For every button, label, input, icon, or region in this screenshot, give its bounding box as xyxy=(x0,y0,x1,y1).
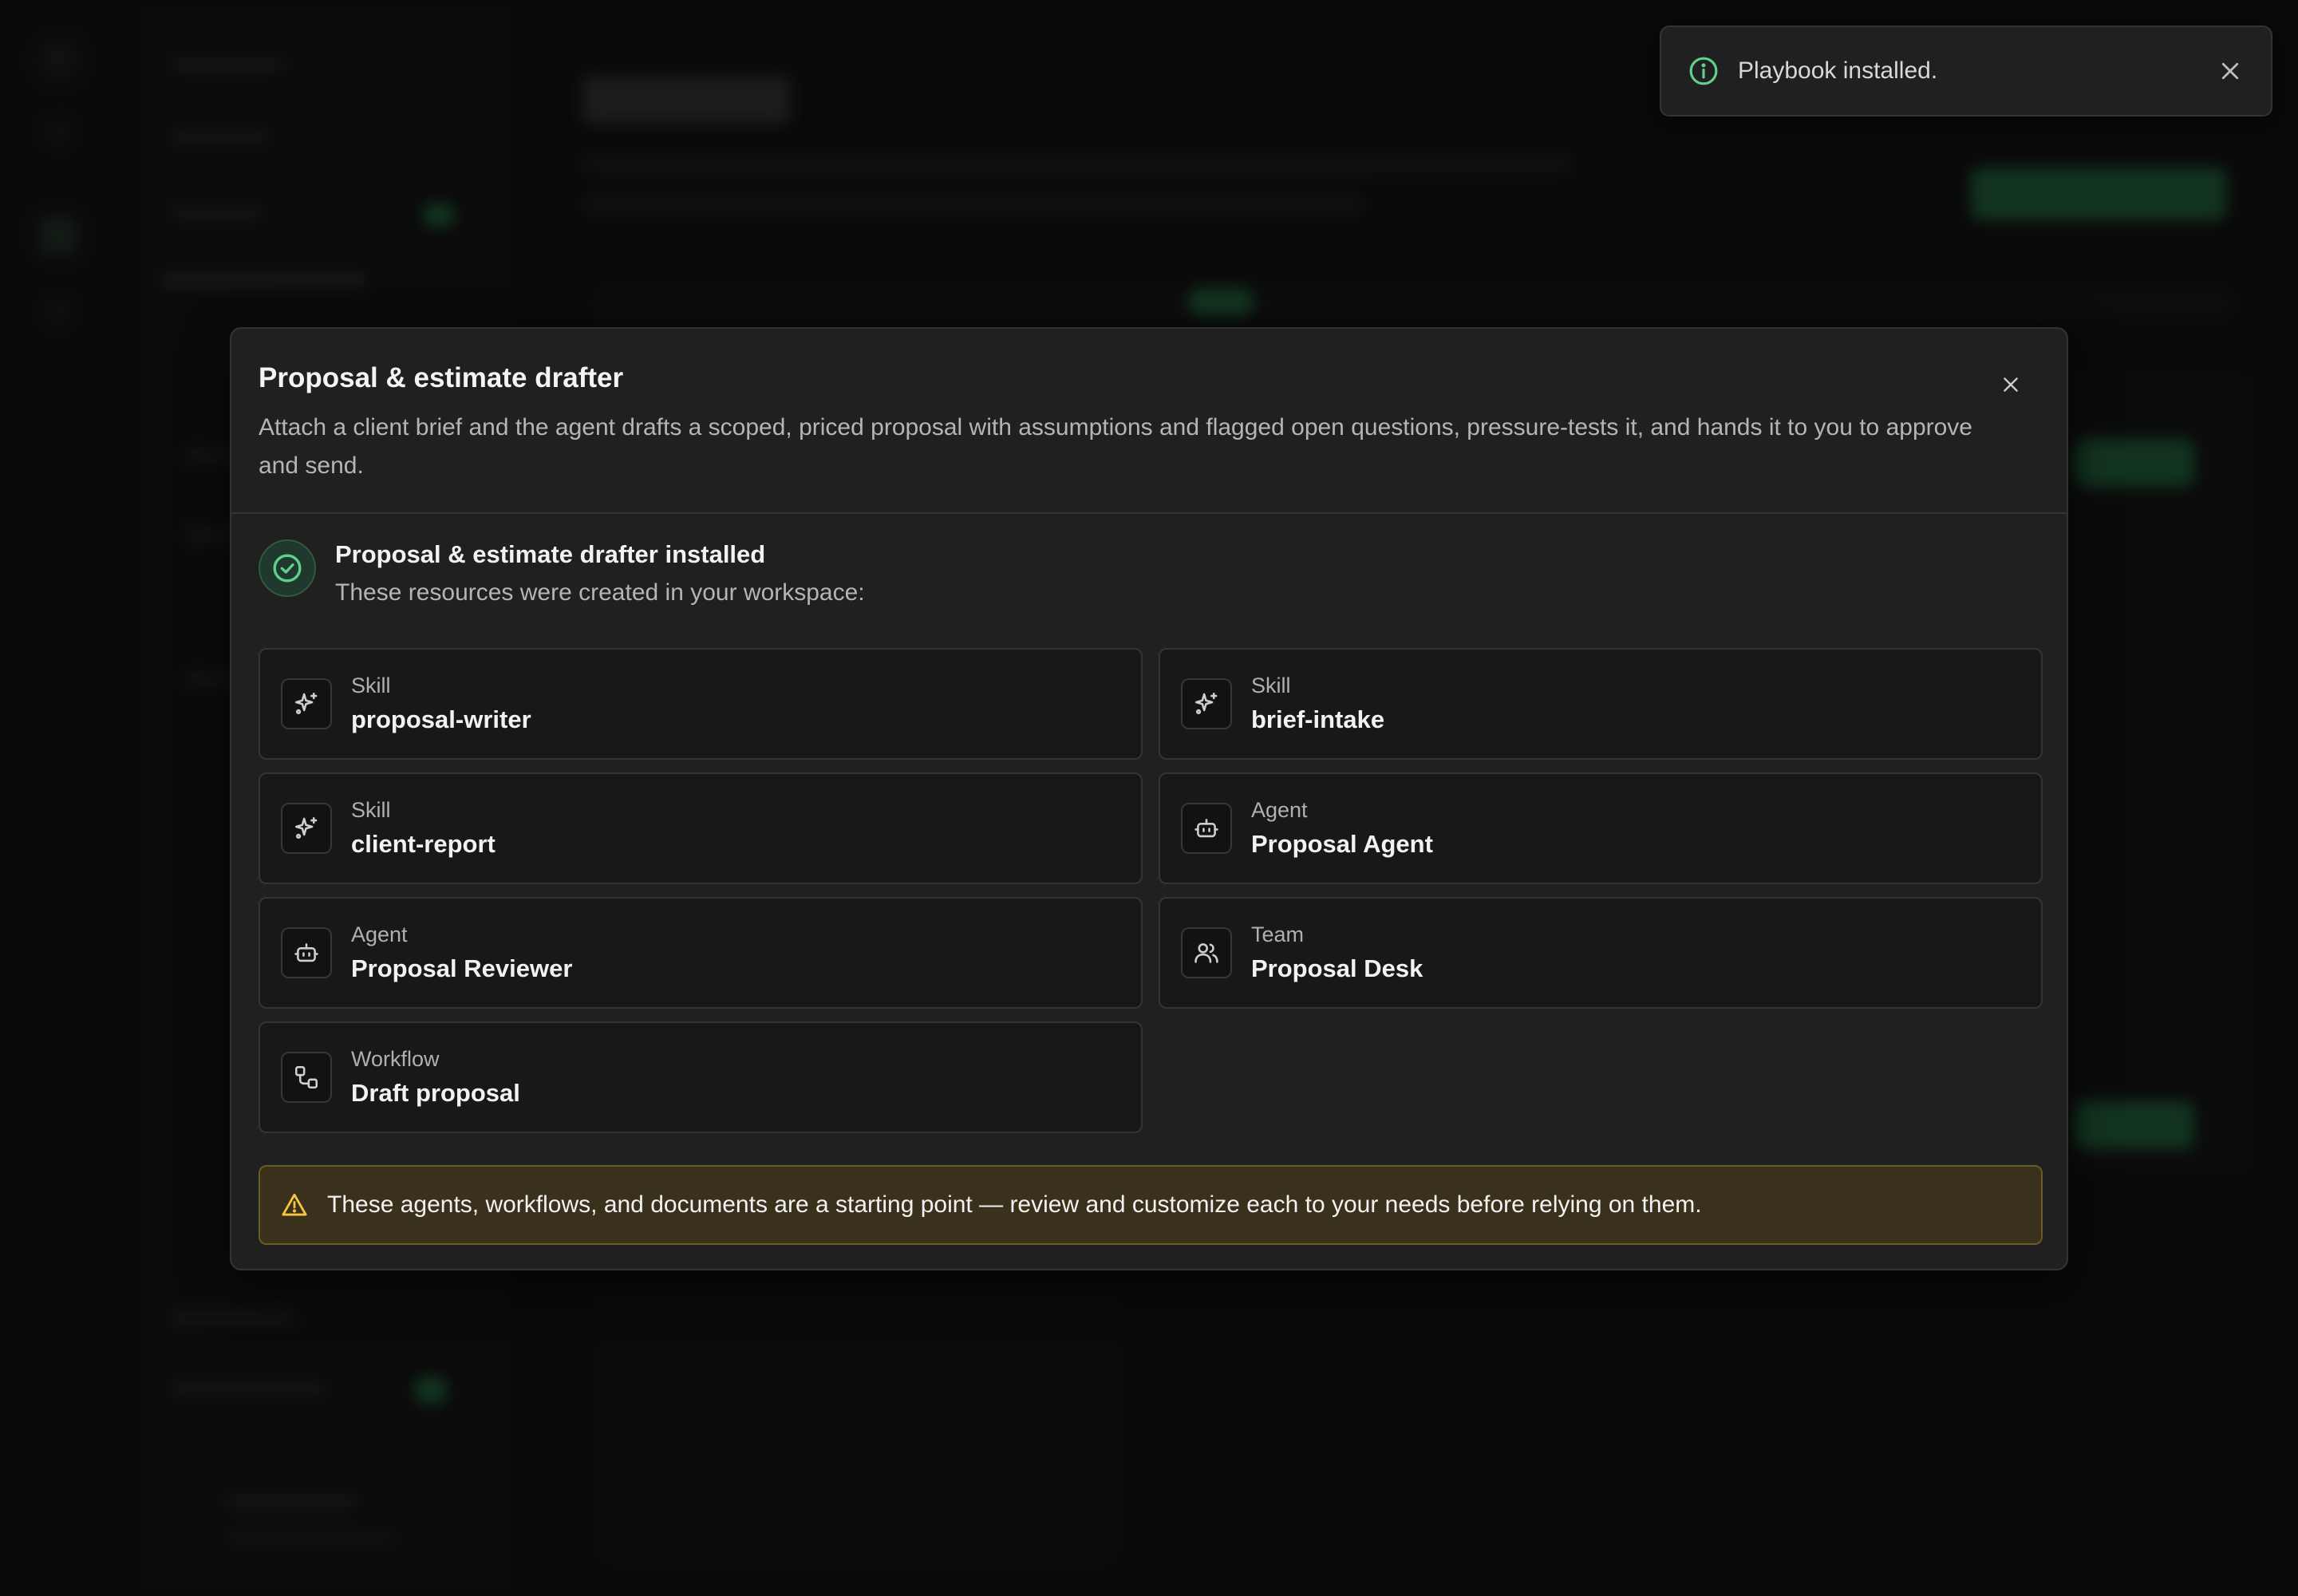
bot-icon xyxy=(281,927,332,978)
close-icon xyxy=(2221,62,2239,80)
resource-name: client-report xyxy=(351,830,496,858)
resource-card-proposal-desk[interactable]: Team Proposal Desk xyxy=(1159,897,2043,1009)
resource-card-draft-proposal[interactable]: Workflow Draft proposal xyxy=(259,1021,1143,1133)
sparkles-icon xyxy=(281,803,332,854)
resource-card-brief-intake[interactable]: Skill brief-intake xyxy=(1159,648,2043,760)
resource-type: Agent xyxy=(1251,798,1308,822)
check-circle-icon xyxy=(259,539,316,597)
resource-name: Draft proposal xyxy=(351,1079,520,1107)
resource-card-proposal-writer[interactable]: Skill proposal-writer xyxy=(259,648,1143,760)
users-icon xyxy=(1181,927,1232,978)
resource-name: Proposal Agent xyxy=(1251,830,1433,858)
dialog-title: Proposal & estimate drafter xyxy=(259,362,624,393)
bot-icon xyxy=(1181,803,1232,854)
workflow-icon xyxy=(281,1052,332,1103)
warning-triangle-icon xyxy=(281,1191,308,1219)
installed-subtitle: These resources were created in your wor… xyxy=(335,579,865,606)
resource-name: Proposal Desk xyxy=(1251,954,1423,982)
installed-title: Proposal & estimate drafter installed xyxy=(335,540,766,568)
info-icon xyxy=(1688,56,1719,86)
sparkles-icon xyxy=(1181,678,1232,729)
resource-card-proposal-reviewer[interactable]: Agent Proposal Reviewer xyxy=(259,897,1143,1009)
resource-card-proposal-agent[interactable]: Agent Proposal Agent xyxy=(1159,772,2043,884)
toast-notification: Playbook installed. xyxy=(1660,26,2272,117)
resource-name: brief-intake xyxy=(1251,705,1385,733)
warning-text: These agents, workflows, and documents a… xyxy=(327,1191,1702,1218)
resource-type: Agent xyxy=(351,922,408,946)
resource-type: Workflow xyxy=(351,1047,440,1071)
resource-type: Skill xyxy=(351,798,391,822)
resource-card-client-report[interactable]: Skill client-report xyxy=(259,772,1143,884)
toast-message: Playbook installed. xyxy=(1738,57,1938,84)
dialog-description: Attach a client brief and the agent draf… xyxy=(259,414,1972,479)
close-icon xyxy=(2004,377,2018,392)
warning-banner: These agents, workflows, and documents a… xyxy=(259,1165,2043,1245)
resource-name: Proposal Reviewer xyxy=(351,954,573,982)
dialog-close-button[interactable] xyxy=(1996,370,2025,399)
sparkles-icon xyxy=(281,678,332,729)
resource-type: Team xyxy=(1251,922,1305,946)
resource-type: Skill xyxy=(351,674,391,697)
toast-close-button[interactable] xyxy=(2217,57,2244,85)
playbook-install-dialog: Proposal & estimate drafter Attach a cli… xyxy=(230,327,2068,1270)
resource-type: Skill xyxy=(1251,674,1291,697)
resource-name: proposal-writer xyxy=(351,705,531,733)
dialog-header: Proposal & estimate drafter Attach a cli… xyxy=(231,329,2067,514)
installed-summary: Proposal & estimate drafter installed Th… xyxy=(259,539,865,610)
